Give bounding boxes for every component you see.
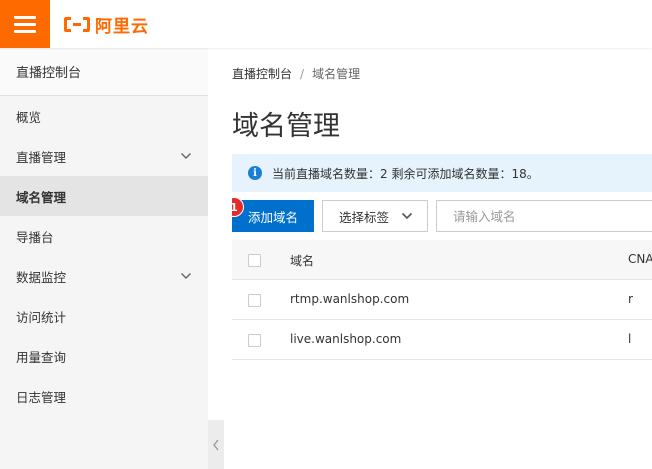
aliyun-logo[interactable]: 阿里云 bbox=[63, 11, 149, 37]
table-header-row: 域名 CNA bbox=[232, 240, 652, 280]
sidebar: 直播控制台 概览直播管理域名管理导播台数据监控访问统计用量查询日志管理 bbox=[0, 48, 208, 469]
tag-select-label: 选择标签 bbox=[339, 209, 390, 225]
chevron-left-icon bbox=[213, 439, 219, 450]
sidebar-collapse-handle[interactable] bbox=[208, 420, 224, 469]
sidebar-item[interactable]: 访问统计 bbox=[0, 296, 208, 336]
add-domain-button[interactable]: 添加域名 bbox=[232, 200, 314, 232]
sidebar-item[interactable]: 数据监控 bbox=[0, 256, 208, 296]
cname-cell: r bbox=[628, 292, 633, 306]
hamburger-icon[interactable] bbox=[0, 0, 50, 48]
sidebar-item[interactable]: 用量查询 bbox=[0, 336, 208, 376]
domain-table: 域名 CNA rtmp.wanlshop.com r live.wanlshop.c… bbox=[232, 240, 652, 360]
sidebar-item-label: 用量查询 bbox=[16, 349, 67, 365]
domain-cell[interactable]: rtmp.wanlshop.com bbox=[290, 292, 409, 306]
sidebar-item[interactable]: 直播管理 bbox=[0, 136, 208, 176]
domain-count-notice: i 当前直播域名数量：2 剩余可添加域名数量：18。 bbox=[232, 154, 652, 192]
aliyun-logo-mark-icon bbox=[63, 16, 91, 33]
sidebar-item-label: 数据监控 bbox=[16, 269, 67, 285]
info-icon: i bbox=[248, 166, 262, 180]
column-header-cname: CNA bbox=[628, 252, 652, 266]
domain-search-input[interactable] bbox=[436, 200, 652, 232]
sidebar-title: 直播控制台 bbox=[0, 48, 208, 96]
select-all-checkbox[interactable] bbox=[248, 254, 261, 267]
breadcrumb: 直播控制台 / 域名管理 bbox=[232, 65, 360, 82]
row-checkbox[interactable] bbox=[248, 294, 261, 307]
table-row: live.wanlshop.com l bbox=[232, 320, 652, 360]
toolbar: 添加域名 1 选择标签 bbox=[232, 197, 652, 232]
sidebar-item-label: 访问统计 bbox=[16, 309, 67, 325]
tag-select[interactable]: 选择标签 bbox=[322, 200, 428, 232]
table-row: rtmp.wanlshop.com r bbox=[232, 280, 652, 320]
sidebar-item[interactable]: 概览 bbox=[0, 96, 208, 136]
sidebar-item-label: 域名管理 bbox=[16, 189, 67, 205]
sidebar-item[interactable]: 导播台 bbox=[0, 216, 208, 256]
breadcrumb-separator: / bbox=[300, 67, 305, 81]
sidebar-item[interactable]: 日志管理 bbox=[0, 376, 208, 416]
chevron-down-icon bbox=[180, 270, 192, 282]
main-content: 直播控制台 / 域名管理 域名管理 i 当前直播域名数量：2 剩余可添加域名数量：1… bbox=[232, 48, 652, 469]
breadcrumb-current: 域名管理 bbox=[312, 67, 361, 81]
add-domain-label: 添加域名 bbox=[247, 209, 298, 225]
sidebar-item-label: 日志管理 bbox=[16, 389, 67, 405]
sidebar-item[interactable]: 域名管理 bbox=[0, 176, 208, 216]
breadcrumb-root[interactable]: 直播控制台 bbox=[232, 67, 292, 81]
brand-text: 阿里云 bbox=[95, 16, 149, 37]
top-bar: 阿里云 bbox=[0, 0, 652, 48]
notice-text: 当前直播域名数量：2 剩余可添加域名数量：18。 bbox=[272, 166, 539, 181]
sidebar-item-label: 直播管理 bbox=[16, 149, 67, 165]
sidebar-item-label: 导播台 bbox=[16, 229, 54, 245]
domain-cell[interactable]: live.wanlshop.com bbox=[290, 332, 401, 346]
chevron-down-icon bbox=[180, 150, 192, 162]
column-header-domain: 域名 bbox=[290, 254, 315, 268]
page-title: 域名管理 bbox=[232, 111, 340, 142]
sidebar-item-label: 概览 bbox=[16, 109, 42, 125]
cname-cell: l bbox=[628, 332, 632, 346]
chevron-down-icon bbox=[401, 210, 413, 222]
row-checkbox[interactable] bbox=[248, 334, 261, 347]
